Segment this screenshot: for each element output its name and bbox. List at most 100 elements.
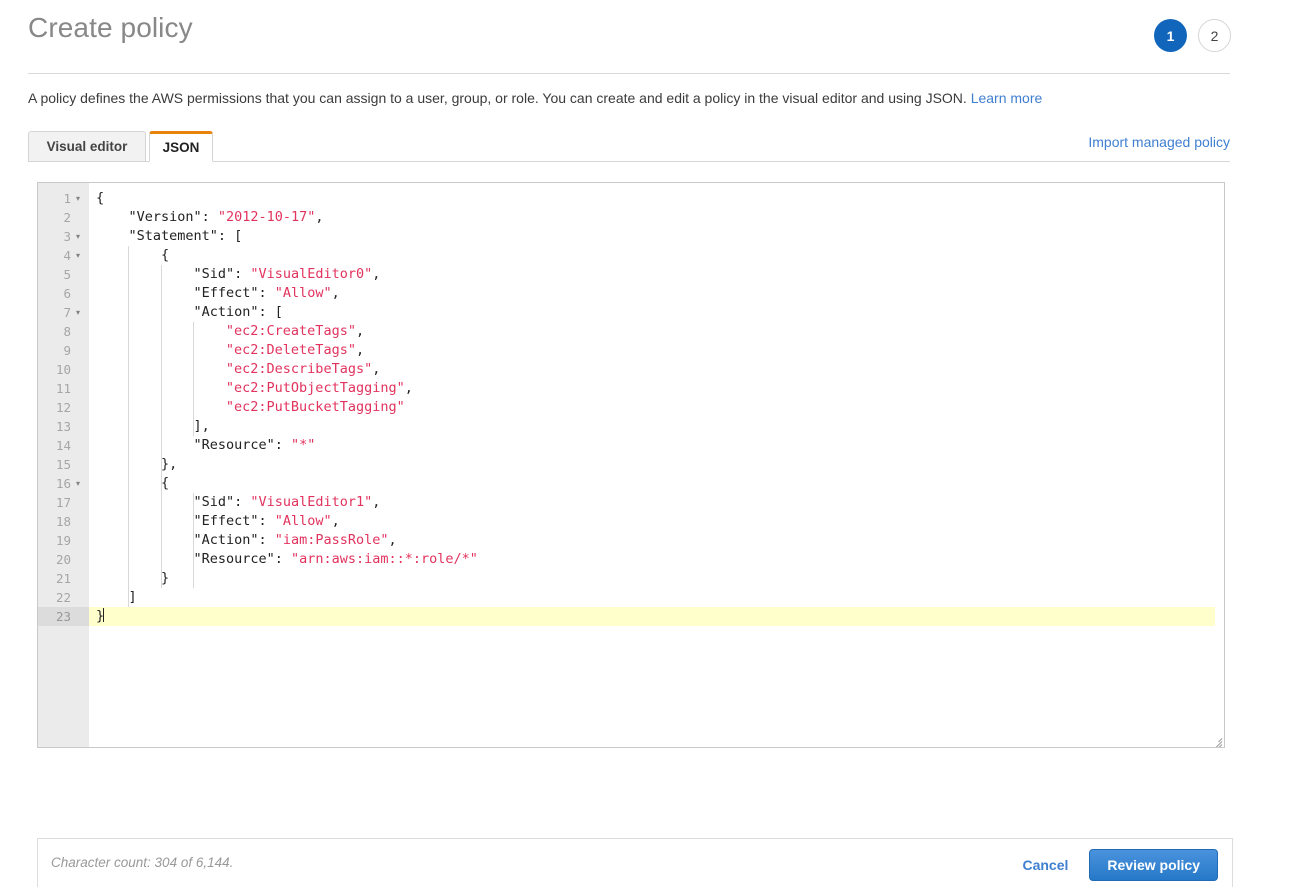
code-fold-arrow-icon[interactable]: ▾ xyxy=(76,303,86,322)
editor-line-number: 8 xyxy=(38,322,89,341)
editor-line-text: "Action": "iam:PassRole", xyxy=(89,531,397,550)
editor-resize-handle[interactable] xyxy=(1209,732,1222,745)
editor-line-text: }, xyxy=(89,455,177,474)
editor-tabbar: Visual editor JSON Import managed policy xyxy=(28,130,1230,162)
import-managed-policy-link[interactable]: Import managed policy xyxy=(1088,134,1230,150)
editor-line[interactable]: 7▾"Action": [ xyxy=(38,303,1224,322)
active-line-highlight xyxy=(89,607,1215,626)
editor-line-number: 9 xyxy=(38,341,89,360)
editor-line[interactable]: 2"Version": "2012-10-17", xyxy=(38,208,1224,227)
editor-line-number: 23 xyxy=(38,607,89,626)
json-string-token: "VisualEditor0" xyxy=(250,266,372,282)
editor-line[interactable]: 3▾"Statement": [ xyxy=(38,227,1224,246)
step-indicator-1[interactable]: 1 xyxy=(1154,19,1187,52)
json-string-token: "ec2:PutObjectTagging" xyxy=(226,380,405,396)
json-string-token: "VisualEditor1" xyxy=(250,494,372,510)
json-string-token: "2012-10-17" xyxy=(218,209,316,225)
editor-line-text: "Action": [ xyxy=(89,303,283,322)
editor-line-number: 21 xyxy=(38,569,89,588)
editor-line[interactable]: 8"ec2:CreateTags", xyxy=(38,322,1224,341)
editor-line[interactable]: 5"Sid": "VisualEditor0", xyxy=(38,265,1224,284)
footer-actions: Cancel Review policy xyxy=(1022,849,1218,881)
indent-guide xyxy=(161,265,162,588)
editor-line-text: "Statement": [ xyxy=(89,227,242,246)
editor-line[interactable]: 19"Action": "iam:PassRole", xyxy=(38,531,1224,550)
editor-line[interactable]: 13], xyxy=(38,417,1224,436)
editor-line-number: 20 xyxy=(38,550,89,569)
code-fold-arrow-icon[interactable]: ▾ xyxy=(76,227,86,246)
editor-line-number: 15 xyxy=(38,455,89,474)
editor-line-text: "Version": "2012-10-17", xyxy=(89,208,324,227)
page-title: Create policy xyxy=(28,12,193,44)
json-policy-editor[interactable]: 1▾{2"Version": "2012-10-17",3▾"Statement… xyxy=(37,182,1225,748)
editor-line-text: } xyxy=(89,607,104,626)
editor-line-text: "Effect": "Allow", xyxy=(89,284,340,303)
editor-line-text: { xyxy=(89,189,104,208)
editor-line-text: "Effect": "Allow", xyxy=(89,512,340,531)
editor-line-number: 13 xyxy=(38,417,89,436)
json-string-token: "ec2:PutBucketTagging" xyxy=(226,399,405,415)
editor-line[interactable]: 16▾{ xyxy=(38,474,1224,493)
editor-footer: Character count: 304 of 6,144. Cancel Re… xyxy=(37,838,1233,887)
page-description-text: A policy defines the AWS permissions tha… xyxy=(28,90,967,106)
learn-more-link[interactable]: Learn more xyxy=(971,90,1043,106)
step-indicator-2[interactable]: 2 xyxy=(1198,19,1231,52)
indent-guide xyxy=(193,322,194,436)
editor-line-number: 14 xyxy=(38,436,89,455)
editor-line-text: "ec2:CreateTags", xyxy=(89,322,364,341)
editor-line-text: "ec2:DeleteTags", xyxy=(89,341,364,360)
json-string-token: "Allow" xyxy=(275,513,332,529)
json-string-token: "Allow" xyxy=(275,285,332,301)
code-fold-arrow-icon[interactable]: ▾ xyxy=(76,474,86,493)
code-fold-arrow-icon[interactable]: ▾ xyxy=(76,189,86,208)
editor-line[interactable]: 4▾{ xyxy=(38,246,1224,265)
editor-line-text: "ec2:PutBucketTagging" xyxy=(89,398,405,417)
editor-line[interactable]: 11"ec2:PutObjectTagging", xyxy=(38,379,1224,398)
editor-line[interactable]: 22] xyxy=(38,588,1224,607)
review-policy-button[interactable]: Review policy xyxy=(1089,849,1218,881)
editor-line[interactable]: 15}, xyxy=(38,455,1224,474)
editor-line-number: 6 xyxy=(38,284,89,303)
editor-line-text: "Resource": "*" xyxy=(89,436,315,455)
indent-guide xyxy=(128,246,129,607)
json-string-token: "iam:PassRole" xyxy=(275,532,389,548)
editor-line-number: 10 xyxy=(38,360,89,379)
json-string-token: "arn:aws:iam::*:role/*" xyxy=(291,551,478,567)
json-string-token: "ec2:DeleteTags" xyxy=(226,342,356,358)
tab-json[interactable]: JSON xyxy=(149,131,213,162)
editor-line-number: 22 xyxy=(38,588,89,607)
tab-visual-editor[interactable]: Visual editor xyxy=(28,131,146,162)
json-string-token: "ec2:DescribeTags" xyxy=(226,361,372,377)
text-cursor xyxy=(103,608,104,622)
editor-line-number: 18 xyxy=(38,512,89,531)
page-header: Create policy 1 2 xyxy=(0,0,1293,74)
editor-line[interactable]: 9"ec2:DeleteTags", xyxy=(38,341,1224,360)
code-fold-arrow-icon[interactable]: ▾ xyxy=(76,246,86,265)
header-divider xyxy=(28,73,1230,74)
editor-line-number: 12 xyxy=(38,398,89,417)
editor-line-number: 2 xyxy=(38,208,89,227)
editor-line[interactable]: 14"Resource": "*" xyxy=(38,436,1224,455)
cancel-button[interactable]: Cancel xyxy=(1022,857,1068,873)
json-string-token: "ec2:CreateTags" xyxy=(226,323,356,339)
editor-line-number: 17 xyxy=(38,493,89,512)
editor-line[interactable]: 17"Sid": "VisualEditor1", xyxy=(38,493,1224,512)
json-string-token: "*" xyxy=(291,437,315,453)
character-count-label: Character count: 304 of 6,144. xyxy=(51,855,233,870)
editor-line[interactable]: 18"Effect": "Allow", xyxy=(38,512,1224,531)
editor-line-text: "Resource": "arn:aws:iam::*:role/*" xyxy=(89,550,478,569)
editor-line-text: "Sid": "VisualEditor1", xyxy=(89,493,380,512)
editor-line-number: 11 xyxy=(38,379,89,398)
editor-line-text: ], xyxy=(89,417,210,436)
editor-line[interactable]: 10"ec2:DescribeTags", xyxy=(38,360,1224,379)
step-indicator: 1 2 xyxy=(1154,19,1231,52)
editor-line[interactable]: 21} xyxy=(38,569,1224,588)
editor-line[interactable]: 12 "ec2:PutBucketTagging" xyxy=(38,398,1224,417)
editor-line[interactable]: 1▾{ xyxy=(38,189,1224,208)
editor-line[interactable]: 6"Effect": "Allow", xyxy=(38,284,1224,303)
editor-line-text: "Sid": "VisualEditor0", xyxy=(89,265,380,284)
page-description: A policy defines the AWS permissions tha… xyxy=(28,90,1042,106)
editor-line-number: 5 xyxy=(38,265,89,284)
editor-line[interactable]: 20"Resource": "arn:aws:iam::*:role/*" xyxy=(38,550,1224,569)
editor-line[interactable]: 23} xyxy=(38,607,1224,626)
